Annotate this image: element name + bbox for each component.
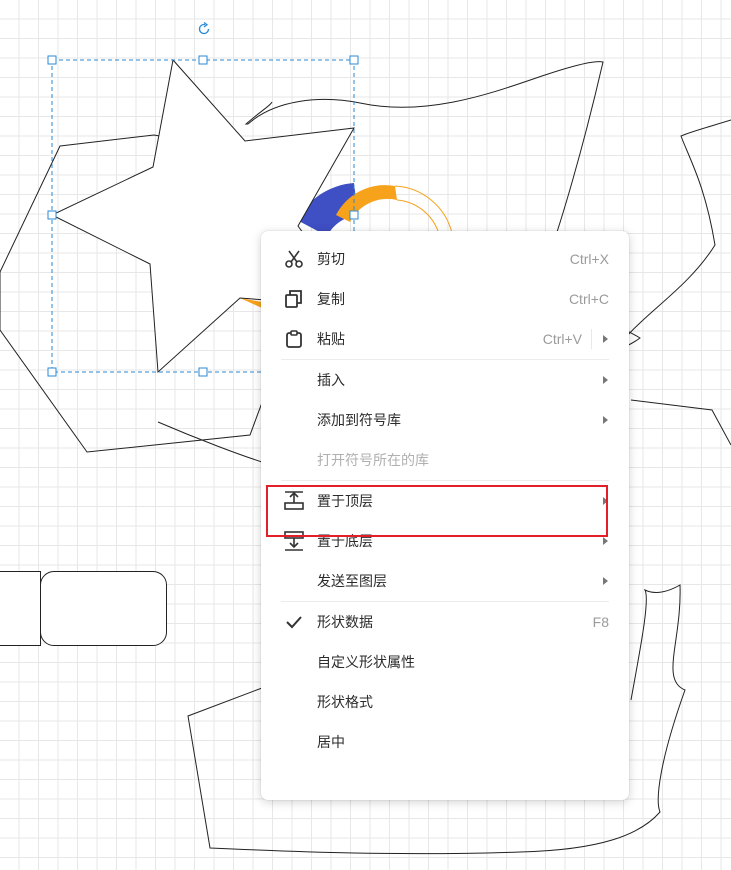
menu-item-shape-data[interactable]: 形状数据 F8 — [261, 602, 629, 642]
resize-handle-top-right — [349, 55, 359, 65]
shortcut-text: Ctrl+C — [568, 291, 609, 307]
menu-item-label: 形状格式 — [317, 695, 373, 711]
menu-item-label: 复制 — [317, 292, 345, 308]
resize-handle-top-left — [47, 55, 57, 65]
menu-item-add-to-library[interactable]: 添加到符号库 — [261, 400, 629, 440]
menu-item-label: 剪切 — [317, 252, 345, 268]
partial-rectangle-shape[interactable] — [0, 571, 41, 646]
menu-item-cut[interactable]: 剪切 Ctrl+X — [261, 239, 629, 279]
menu-item-label: 置于底层 — [317, 534, 373, 550]
menu-item-label: 粘贴 — [317, 332, 345, 348]
right-freeform-shape[interactable] — [627, 119, 731, 446]
menu-item-label: 居中 — [317, 735, 345, 751]
menu-item-send-to-layer[interactable]: 发送至图层 — [261, 561, 629, 601]
rotate-handle-icon[interactable] — [196, 21, 212, 37]
shortcut-text: F8 — [592, 614, 609, 630]
menu-item-bring-to-front[interactable]: 置于顶层 — [261, 481, 629, 521]
menu-item-send-to-back[interactable]: 置于底层 — [261, 521, 629, 561]
resize-handle-bottom-left — [47, 367, 57, 377]
submenu-arrow-icon — [603, 537, 608, 545]
menu-item-paste[interactable]: 粘贴 Ctrl+V — [261, 319, 629, 359]
resize-handle-right — [349, 210, 359, 220]
scissors-icon — [283, 249, 305, 269]
copy-icon — [283, 289, 305, 309]
shortcut-text: Ctrl+X — [569, 251, 609, 267]
orange-ring-outline — [394, 185, 453, 234]
rounded-rectangle-shape[interactable] — [40, 571, 167, 646]
context-menu: 剪切 Ctrl+X 复制 Ctrl+C 粘贴 Ctrl+V 插入 添加到符号库 — [261, 231, 629, 800]
split-divider — [591, 329, 592, 349]
bring-to-front-icon — [283, 491, 305, 511]
menu-item-shape-format[interactable]: 形状格式 — [261, 682, 629, 722]
hexagon-line — [157, 421, 263, 463]
resize-handle-bottom — [198, 367, 208, 377]
menu-item-label: 打开符号所在的库 — [317, 453, 429, 469]
menu-item-center[interactable]: 居中 — [261, 722, 629, 762]
clipboard-icon — [283, 329, 305, 349]
send-to-back-icon — [283, 531, 305, 551]
menu-item-label: 插入 — [317, 373, 345, 389]
menu-item-label: 形状数据 — [317, 615, 373, 631]
submenu-arrow-icon — [603, 416, 608, 424]
menu-item-copy[interactable]: 复制 Ctrl+C — [261, 279, 629, 319]
menu-item-label: 自定义形状属性 — [317, 655, 415, 671]
menu-item-label: 发送至图层 — [317, 574, 387, 590]
resize-handle-top — [198, 55, 208, 65]
submenu-arrow-icon — [603, 497, 608, 505]
resize-handle-left — [47, 210, 57, 220]
menu-item-open-library: 打开符号所在的库 — [261, 440, 629, 480]
wavy-shape-tail — [244, 101, 273, 125]
menu-item-label: 置于顶层 — [317, 494, 373, 510]
submenu-arrow-icon — [603, 376, 608, 384]
menu-item-insert[interactable]: 插入 — [261, 360, 629, 400]
checkmark-icon — [283, 612, 305, 632]
menu-item-label: 添加到符号库 — [317, 413, 401, 429]
shortcut-text: Ctrl+V — [542, 331, 582, 347]
menu-item-custom-properties[interactable]: 自定义形状属性 — [261, 642, 629, 682]
submenu-arrow-icon[interactable] — [603, 335, 608, 343]
submenu-arrow-icon — [603, 577, 608, 585]
